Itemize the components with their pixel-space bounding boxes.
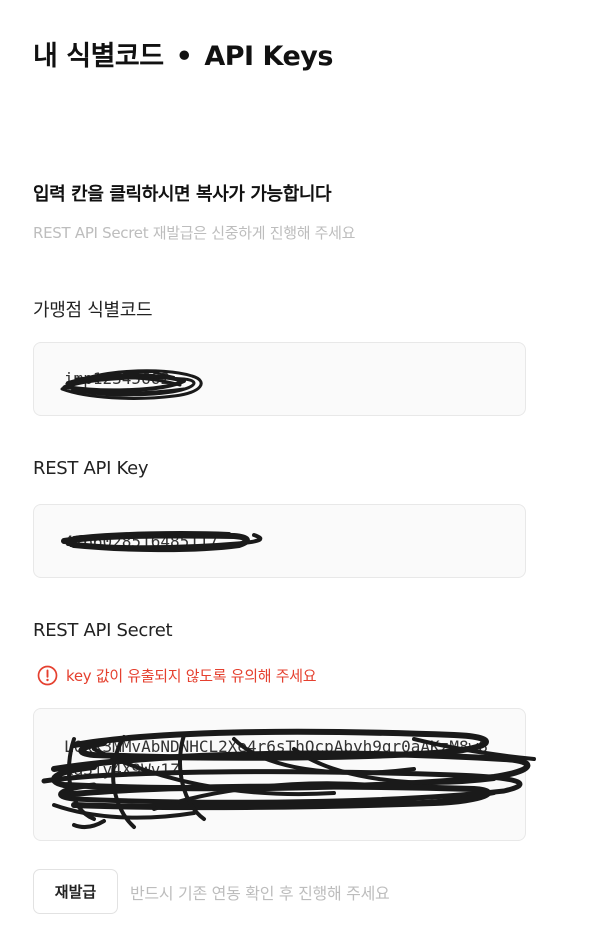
exclamation-circle-icon <box>37 665 58 686</box>
rest-api-key-value: 4166028516485117 <box>64 532 219 551</box>
reissue-caution-subtext: REST API Secret 재발급은 신중하게 진행해 주세요 <box>33 224 356 242</box>
page-title-main: 내 식별코드 <box>33 41 164 72</box>
secret-leak-warning-text: key 값이 유출되지 않도록 유의해 주세요 <box>66 667 317 685</box>
page-title-api-keys: API Keys <box>204 41 333 72</box>
merchant-code-value: imp12345662 <box>64 369 170 388</box>
merchant-code-label: 가맹점 식별코드 <box>33 300 153 321</box>
rest-api-secret-field[interactable]: L0xk3MMvAbNDNHCL2Xe4r6sThQcpAbyh9gr0aAKz… <box>33 708 536 841</box>
rest-api-secret-label: REST API Secret <box>33 620 173 641</box>
secret-leak-warning: key 값이 유출되지 않도록 유의해 주세요 <box>37 665 317 686</box>
reissue-hint-text: 반드시 기존 연동 확인 후 진행해 주세요 <box>130 884 390 903</box>
copy-instruction-heading: 입력 칸을 클릭하시면 복사가 가능합니다 <box>33 184 332 205</box>
merchant-code-field[interactable]: imp12345662 <box>33 342 526 416</box>
rest-api-key-field[interactable]: 4166028516485117 <box>33 504 526 578</box>
reissue-button[interactable]: 재발급 <box>33 869 118 914</box>
rest-api-secret-value: L0xk3MMvAbNDNHCL2Xe4r6sThQcpAbyh9gr0aAKz… <box>64 737 488 779</box>
title-separator: • <box>175 41 193 72</box>
rest-api-key-label: REST API Key <box>33 458 149 479</box>
page-title: 내 식별코드 • API Keys <box>33 34 333 73</box>
